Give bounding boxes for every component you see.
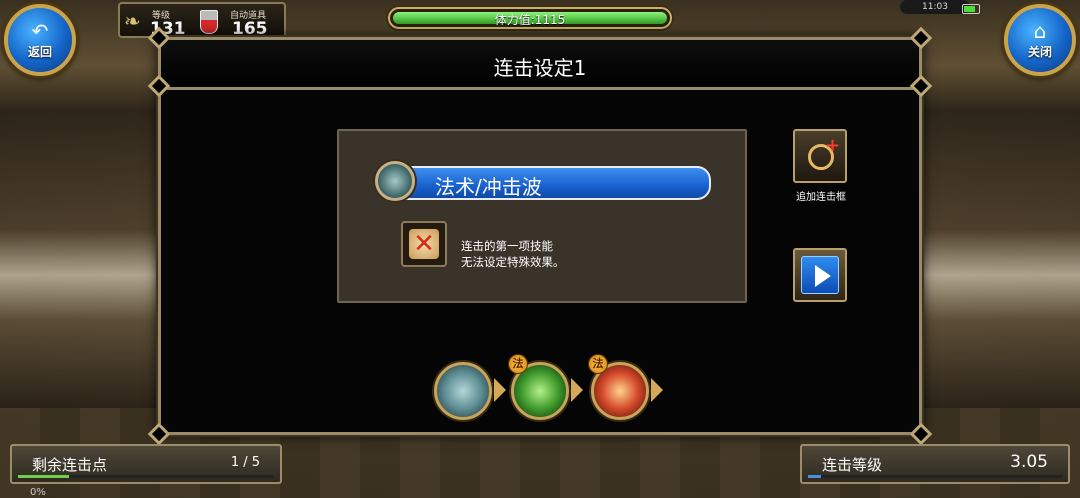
chain-arrow-icon [494,378,506,402]
add-combo-slot-label: 追加连击框 [796,192,846,203]
home-icon: ⌂ [1033,18,1047,43]
combo-level: 连击等级 3.05 [800,444,1070,484]
battery-icon [962,4,980,14]
skill-badge-icon: 法 [508,354,528,374]
add-combo-slot-button[interactable]: + [793,129,847,183]
back-label: 返回 [27,44,52,59]
background-left-wall [0,110,160,410]
combo-level-value: 3.05 [1010,452,1048,472]
skill-note: 连击的第一项技能 无法设定特殊效果。 [461,238,565,270]
next-button[interactable] [793,248,847,302]
background-right-wall [920,110,1080,410]
back-button[interactable]: ↶ 返回 [4,4,76,76]
stamina-bar: 体力值:1115 [388,7,672,29]
dialog-header: 连击设定1 [161,40,919,90]
cross-icon: ✕ [409,229,439,259]
combo-level-label: 连击等级 [822,456,883,474]
chain-slot-1[interactable] [434,362,492,420]
combo-settings-dialog: 连击设定1 法术/冲击波 ✕ 连击的第一项技能 无法设定特殊效果。 + 追加连击… [147,26,933,446]
auto-item-value: 165 [232,19,268,39]
spirit-skill-icon[interactable] [375,161,415,201]
note-line-2: 无法设定特殊效果。 [461,255,565,269]
plus-icon: + [825,135,841,156]
percent-text: 0% [30,487,46,498]
dialog-title: 连击设定1 [493,56,587,80]
remaining-label: 剩余连击点 [32,456,108,474]
battery-level [964,6,976,12]
remaining-value: 1 / 5 [230,455,260,470]
effect-cancel-button[interactable]: ✕ [401,221,447,267]
player-stats-plate: ❧ 等级 131 自动道具 165 [118,2,286,39]
note-line-1: 连击的第一项技能 [461,239,553,253]
claw-emblem-icon: ❧ [124,9,141,33]
remaining-combo-points: 剩余连击点 1 / 5 [10,444,282,484]
skill-name: 法术/冲击波 [435,175,542,199]
skill-badge-icon: 法 [588,354,608,374]
close-label: 关闭 [1027,44,1052,59]
play-icon [801,256,839,294]
remaining-bar [18,475,274,478]
skill-panel: 法术/冲击波 ✕ 连击的第一项技能 无法设定特殊效果。 [337,129,747,303]
chain-arrow-icon [651,378,663,402]
potion-flask-icon [200,10,218,34]
skill-selector[interactable]: 法术/冲击波 [385,166,711,200]
combo-level-bar [808,475,1062,478]
chain-arrow-icon [571,378,583,402]
close-button[interactable]: ⌂ 关闭 [1004,4,1076,76]
clock: 11:03 [900,0,970,14]
stamina-text: 体力值:1115 [494,13,566,27]
return-arrow-icon: ↶ [31,18,49,43]
